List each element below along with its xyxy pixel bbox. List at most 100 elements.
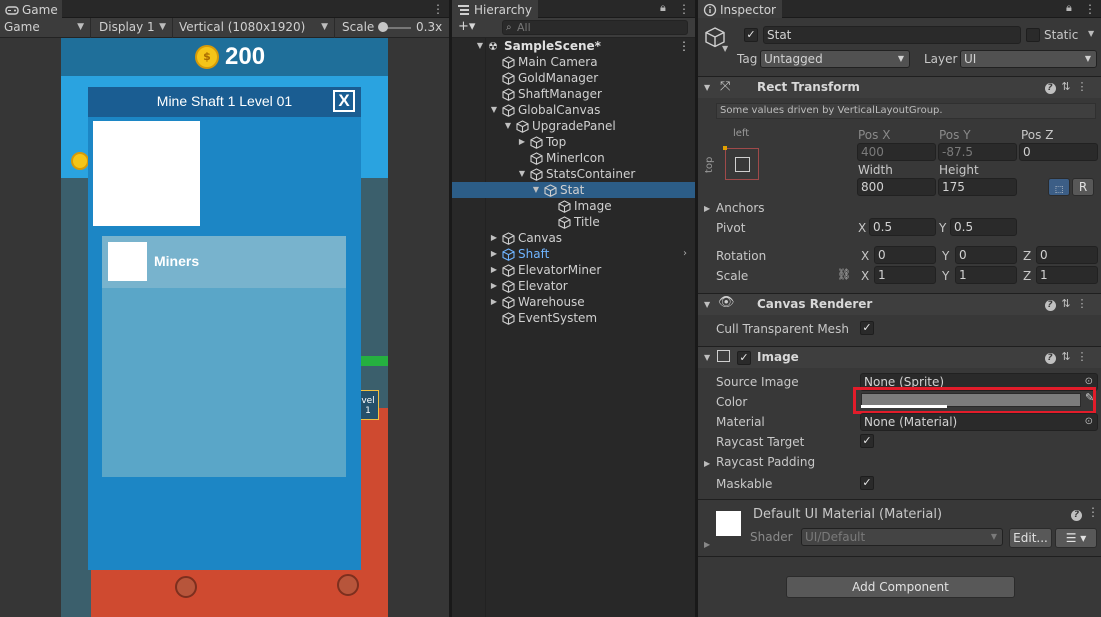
maskable-checkbox[interactable]: ✓: [860, 476, 874, 490]
fold-arrow-icon[interactable]: ▶: [704, 459, 710, 468]
help-icon[interactable]: ?: [1042, 297, 1058, 311]
expand-arrow-right-icon[interactable]: ▶: [489, 246, 499, 262]
static-checkbox[interactable]: [1026, 28, 1040, 42]
hierarchy-item[interactable]: ShaftManager: [452, 86, 695, 102]
game-more-icon[interactable]: ⋮: [432, 2, 444, 16]
active-checkbox[interactable]: ✓: [744, 28, 758, 42]
add-component-button[interactable]: Add Component: [786, 576, 1015, 598]
pivot-x-field[interactable]: 0.5: [869, 218, 936, 236]
tag-dropdown[interactable]: Untagged ▼: [760, 50, 910, 68]
anchor-preset-button[interactable]: [723, 146, 759, 180]
expand-arrow-down-icon[interactable]: ▼: [475, 38, 485, 54]
height-field[interactable]: 175: [938, 178, 1017, 196]
hierarchy-item[interactable]: ▶ Canvas: [452, 230, 695, 246]
hierarchy-item[interactable]: ▶ Warehouse: [452, 294, 695, 310]
help-icon[interactable]: ?: [1071, 506, 1082, 521]
link-icon[interactable]: ⛓: [837, 268, 851, 281]
posz-field[interactable]: 0: [1019, 143, 1098, 161]
hierarchy-search-input[interactable]: ⌕ All: [502, 20, 688, 35]
expand-arrow-right-icon[interactable]: ▶: [489, 294, 499, 310]
posy-field[interactable]: -87.5: [938, 143, 1017, 161]
shader-options-button[interactable]: ☰ ▾: [1055, 528, 1097, 548]
expand-arrow-right-icon[interactable]: ▶: [489, 230, 499, 246]
image-enabled-checkbox[interactable]: ✓: [737, 351, 751, 365]
pivot-y-field[interactable]: 0.5: [950, 218, 1017, 236]
rotation-z-field[interactable]: 0: [1036, 246, 1098, 264]
scale-slider-thumb[interactable]: [378, 22, 388, 32]
preset-icon[interactable]: ⇅: [1058, 80, 1074, 93]
raycast-target-checkbox[interactable]: ✓: [860, 434, 874, 448]
add-object-button[interactable]: +▾: [458, 19, 475, 34]
more-icon[interactable]: ⋮: [1074, 350, 1090, 363]
expand-arrow-right-icon[interactable]: ▶: [517, 134, 527, 150]
scale-x-field[interactable]: 1: [874, 266, 936, 284]
shader-dropdown[interactable]: UI/Default ▼: [801, 528, 1003, 546]
fold-arrow-icon[interactable]: ▶: [704, 540, 710, 549]
help-icon[interactable]: ?: [1042, 350, 1058, 364]
inspector-more-icon[interactable]: ⋮: [1084, 2, 1096, 16]
hierarchy-item[interactable]: Title: [452, 214, 695, 230]
hierarchy-item[interactable]: ▼ GlobalCanvas: [452, 102, 695, 118]
image-component-header[interactable]: ▼ ✓ Image ? ⇅ ⋮: [698, 346, 1101, 368]
cull-transparent-checkbox[interactable]: ✓: [860, 321, 874, 335]
hierarchy-item[interactable]: EventSystem: [452, 310, 695, 326]
help-icon[interactable]: ?: [1042, 80, 1058, 94]
more-icon[interactable]: ⋮: [1087, 505, 1099, 519]
hierarchy-item[interactable]: Main Camera: [452, 54, 695, 70]
raw-edit-button[interactable]: R: [1072, 178, 1094, 196]
game-viewport[interactable]: vel 1 $ 200 Mine Shaft 1 Level 01 X Mine…: [0, 38, 449, 617]
rotation-x-field[interactable]: 0: [874, 246, 936, 264]
scale-z-field[interactable]: 1: [1036, 266, 1098, 284]
hierarchy-item[interactable]: ▶ Elevator: [452, 278, 695, 294]
preset-icon[interactable]: ⇅: [1058, 297, 1074, 310]
object-picker-icon[interactable]: ⊙: [1085, 414, 1093, 430]
blueprint-mode-button[interactable]: ⬚: [1048, 178, 1070, 196]
canvas-renderer-header[interactable]: ▼ 👁︎ Canvas Renderer ? ⇅ ⋮: [698, 293, 1101, 315]
hierarchy-item[interactable]: ▼ ☢ SampleScene* ⋮: [452, 38, 695, 54]
more-icon[interactable]: ⋮: [678, 38, 690, 54]
tab-hierarchy[interactable]: Hierarchy: [452, 0, 538, 18]
lock-icon[interactable]: 🔒︎: [1066, 1, 1072, 15]
hierarchy-item[interactable]: Image: [452, 198, 695, 214]
rect-transform-header[interactable]: ▼ ⤧ Rect Transform ? ⇅ ⋮: [698, 76, 1101, 98]
chevron-down-icon[interactable]: ▼: [1088, 29, 1094, 38]
posx-field[interactable]: 400: [857, 143, 936, 161]
object-name-input[interactable]: Stat: [763, 26, 1021, 44]
tab-game[interactable]: Game: [0, 0, 62, 18]
fold-arrow-icon[interactable]: ▶: [704, 204, 710, 213]
fold-arrow-icon[interactable]: ▼: [704, 300, 710, 309]
hierarchy-item[interactable]: ▼ Stat: [452, 182, 695, 198]
hierarchy-item[interactable]: ▶ Top: [452, 134, 695, 150]
hierarchy-item[interactable]: ▶ ElevatorMiner: [452, 262, 695, 278]
hierarchy-item[interactable]: ▶ Shaft ›: [452, 246, 695, 262]
hierarchy-item[interactable]: GoldManager: [452, 70, 695, 86]
fold-arrow-icon[interactable]: ▼: [704, 83, 710, 92]
hierarchy-item[interactable]: ▼ UpgradePanel: [452, 118, 695, 134]
tab-inspector[interactable]: Inspector: [698, 0, 782, 18]
expand-arrow-down-icon[interactable]: ▼: [503, 118, 513, 134]
hierarchy-item[interactable]: ▼ StatsContainer: [452, 166, 695, 182]
scale-y-field[interactable]: 1: [955, 266, 1017, 284]
hierarchy-item[interactable]: MinerIcon: [452, 150, 695, 166]
game-mode-dropdown[interactable]: Game ▼: [0, 18, 91, 38]
more-icon[interactable]: ⋮: [1074, 80, 1090, 93]
expand-arrow-right-icon[interactable]: ▶: [489, 262, 499, 278]
expand-arrow-down-icon[interactable]: ▼: [489, 102, 499, 118]
material-field[interactable]: None (Material) ⊙: [860, 413, 1098, 431]
expand-arrow-right-icon[interactable]: ▶: [489, 278, 499, 294]
layer-dropdown[interactable]: UI ▼: [960, 50, 1097, 68]
close-button[interactable]: X: [333, 90, 355, 112]
hierarchy-more-icon[interactable]: ⋮: [678, 2, 690, 16]
expand-arrow-down-icon[interactable]: ▼: [517, 166, 527, 182]
edit-shader-button[interactable]: Edit...: [1009, 528, 1052, 548]
preset-icon[interactable]: ⇅: [1058, 350, 1074, 363]
chevron-right-icon[interactable]: ›: [683, 246, 687, 262]
chevron-down-icon[interactable]: ▼: [722, 44, 728, 53]
more-icon[interactable]: ⋮: [1074, 297, 1090, 310]
width-field[interactable]: 800: [857, 178, 936, 196]
expand-arrow-down-icon[interactable]: ▼: [531, 182, 541, 198]
fold-arrow-icon[interactable]: ▼: [704, 353, 710, 362]
rotation-y-field[interactable]: 0: [955, 246, 1017, 264]
resolution-dropdown[interactable]: Vertical (1080x1920) ▼: [175, 18, 335, 38]
display-dropdown[interactable]: Display 1 ▼: [95, 18, 173, 38]
